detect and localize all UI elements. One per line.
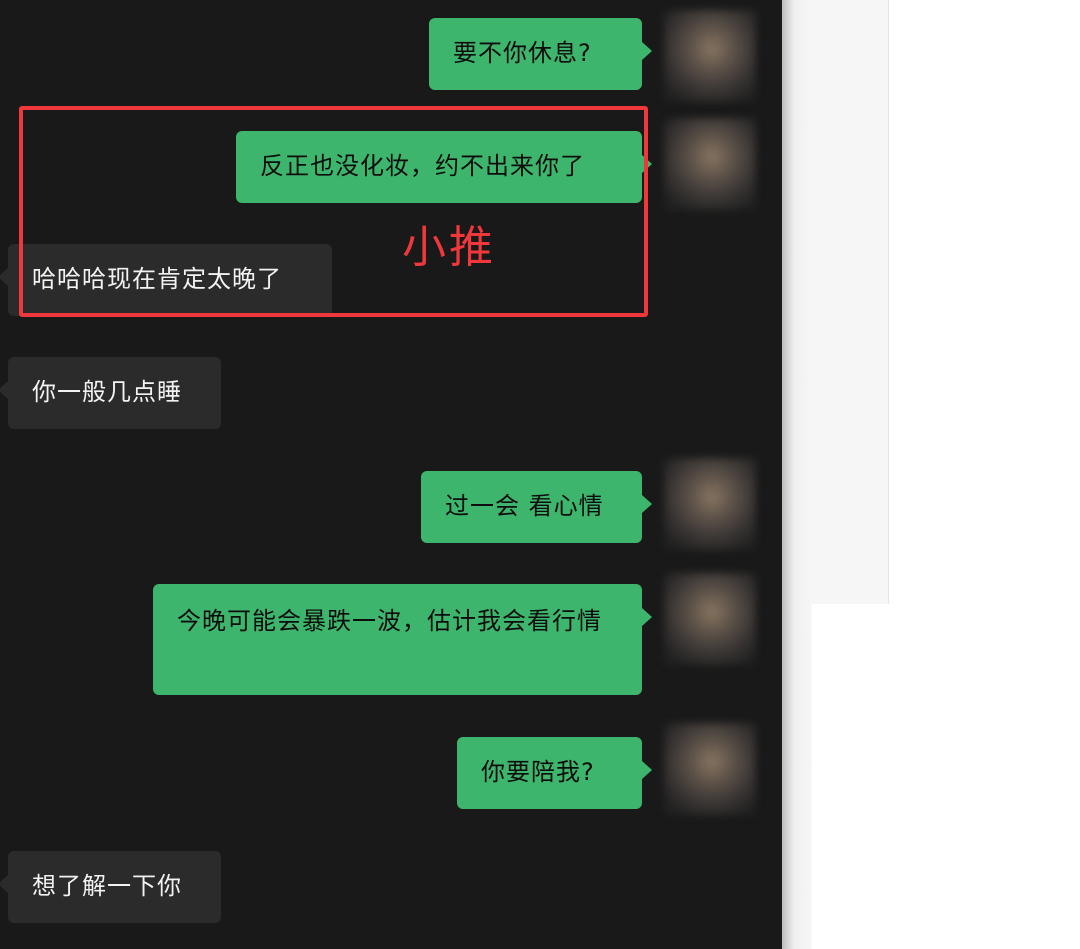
- window-edge-shadow: [782, 0, 812, 949]
- avatar[interactable]: [664, 723, 756, 815]
- outgoing-message[interactable]: 今晚可能会暴跌一波，估计我会看行情: [153, 584, 652, 695]
- incoming-message[interactable]: 你一般几点睡: [0, 357, 221, 429]
- highlight-box: [19, 106, 648, 317]
- outgoing-message[interactable]: 过一会 看心情: [421, 471, 652, 543]
- avatar[interactable]: [664, 10, 756, 102]
- avatar[interactable]: [664, 573, 756, 665]
- avatar[interactable]: [664, 118, 756, 210]
- side-panel: [812, 0, 889, 604]
- annotation-label: 小推: [402, 222, 496, 273]
- incoming-message[interactable]: 想了解一下你: [0, 851, 221, 923]
- avatar[interactable]: [664, 458, 756, 550]
- outgoing-message[interactable]: 你要陪我?: [457, 737, 652, 809]
- outgoing-message[interactable]: 要不你休息?: [429, 18, 652, 90]
- chat-window: 要不你休息? 反正也没化妆，约不出来你了 哈哈哈现在肯定太晚了 你一般几点睡 过…: [0, 0, 782, 949]
